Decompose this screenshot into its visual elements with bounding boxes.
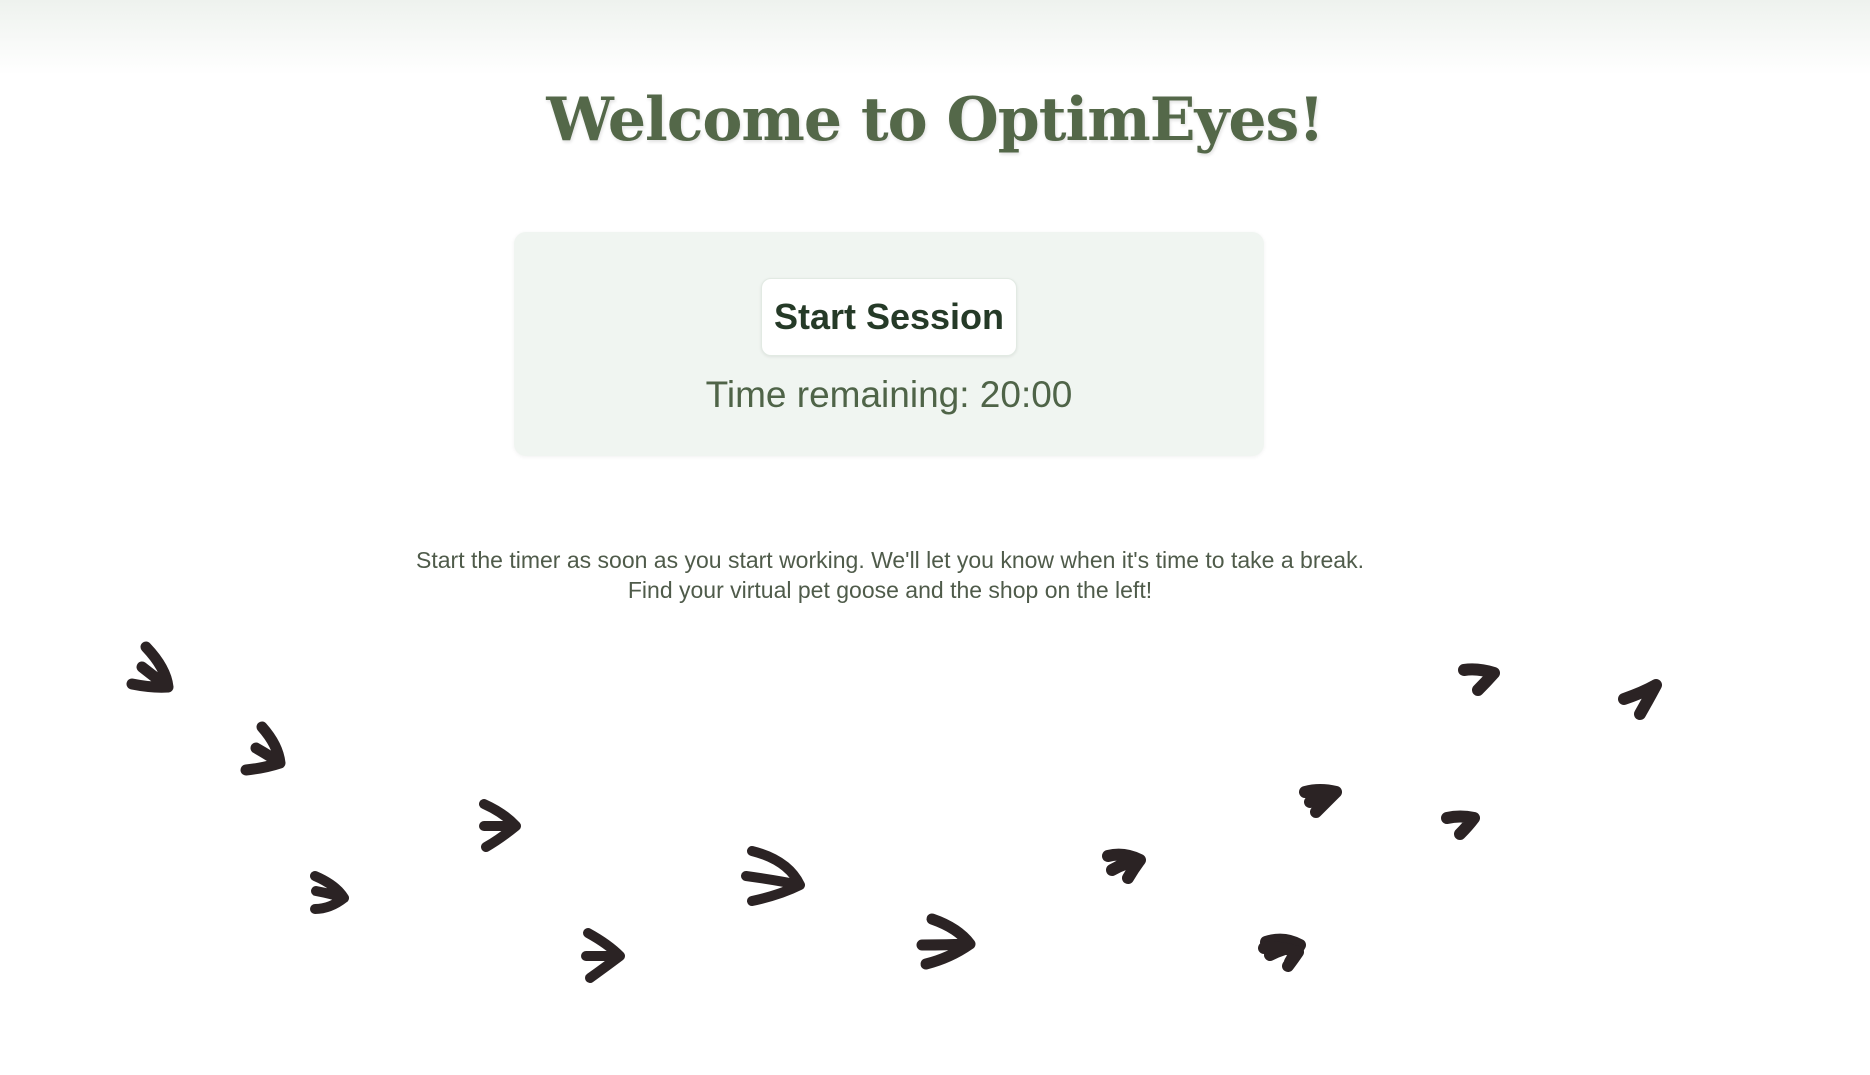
instructions-text: Start the timer as soon as you start wor… <box>0 545 1780 605</box>
goose-footprint-icon <box>240 721 286 776</box>
goose-footprint-icon <box>479 799 521 852</box>
goose-footprint-icon <box>310 871 349 914</box>
instructions-line-1: Start the timer as soon as you start wor… <box>416 547 1364 573</box>
start-session-button[interactable]: Start Session <box>761 278 1017 356</box>
goose-footprint-icon <box>1458 663 1500 696</box>
goose-footprint-icon <box>1618 679 1662 720</box>
goose-footprint-icon <box>741 846 805 906</box>
goose-footprint-icon <box>126 641 174 693</box>
goose-footprint-icon <box>581 928 625 983</box>
goose-footprint-icon <box>916 913 976 970</box>
page-title: Welcome to OptimEyes! <box>546 85 1324 155</box>
goose-footprint-icon <box>1299 784 1342 818</box>
timer-display: Time remaining: 20:00 <box>705 374 1073 415</box>
top-banner <box>0 0 1870 75</box>
goose-footprints <box>126 641 1662 983</box>
goose-footprint-icon <box>1441 810 1480 840</box>
session-panel: Start Session Time remaining: 20:00 <box>514 232 1264 456</box>
goose-footprint-icon <box>1102 848 1146 884</box>
